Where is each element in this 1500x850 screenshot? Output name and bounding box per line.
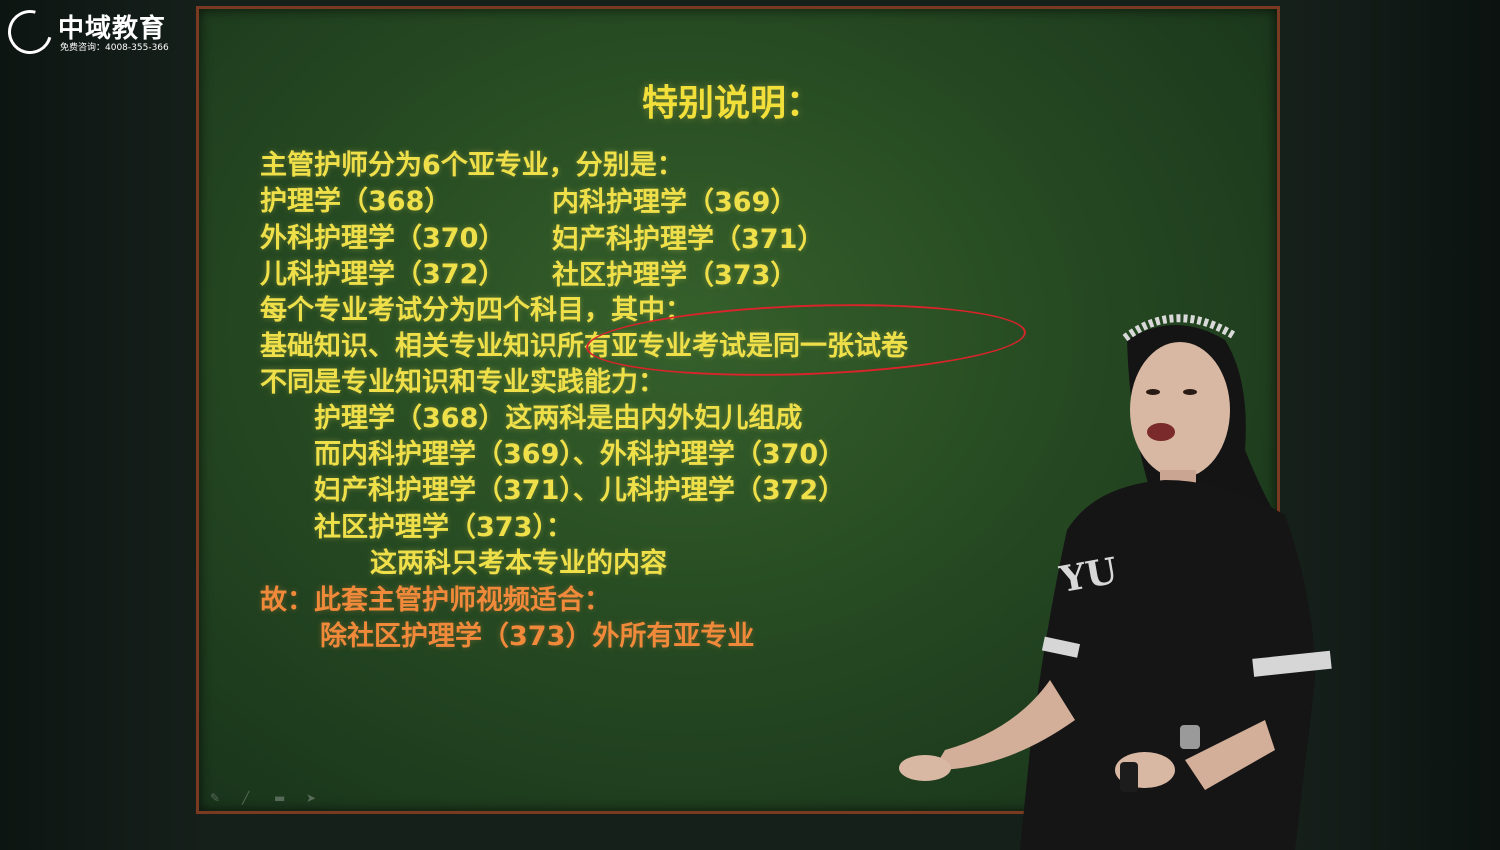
slide-title: 特别说明： (642, 83, 823, 124)
presenter: YU (899, 314, 1332, 850)
board-toolbar: ✎ ╱ ▬ ➤ (210, 792, 324, 804)
subject-item: 妇产科护理学（371） (552, 224, 825, 255)
subject-item: 社区护理学（373） (552, 260, 798, 291)
marker-icon[interactable]: ╱ (242, 792, 260, 804)
detail-line: 而内科护理学（369）、外科护理学（370） (314, 439, 846, 470)
difference-line: 不同是专业知识和专业实践能力： (260, 367, 665, 398)
pen-icon[interactable]: ✎ (210, 792, 228, 804)
brand-logo: 中域教育 免费咨询：4008-355-366 (0, 1, 176, 63)
detail-line: 妇产科护理学（371）、儿科护理学（372） (314, 475, 846, 506)
detail-line: 护理学（368）这两科是由内外妇儿组成 (314, 403, 803, 434)
subject-item: 内科护理学（369） (552, 187, 798, 218)
intro-line: 主管护师分为6个亚专业，分别是： (260, 150, 684, 181)
exam-line: 每个专业考试分为四个科目，其中： (260, 295, 692, 326)
logo-hotline: 免费咨询：4008-355-366 (60, 43, 169, 53)
detail-line: 这两科只考本专业的内容 (370, 548, 667, 579)
screen-icon[interactable]: ▬ (274, 792, 292, 804)
detail-line: 社区护理学（373）： (314, 512, 573, 543)
conclusion-line: 除社区护理学（373）外所有亚专业 (320, 621, 755, 652)
conclusion-line: 故：此套主管护师视频适合： (260, 585, 611, 616)
subject-item: 护理学（368） (260, 186, 452, 217)
pointer-icon[interactable]: ➤ (306, 792, 324, 804)
subject-item: 外科护理学（370） (260, 223, 506, 254)
subject-item: 儿科护理学（372） (260, 259, 506, 290)
